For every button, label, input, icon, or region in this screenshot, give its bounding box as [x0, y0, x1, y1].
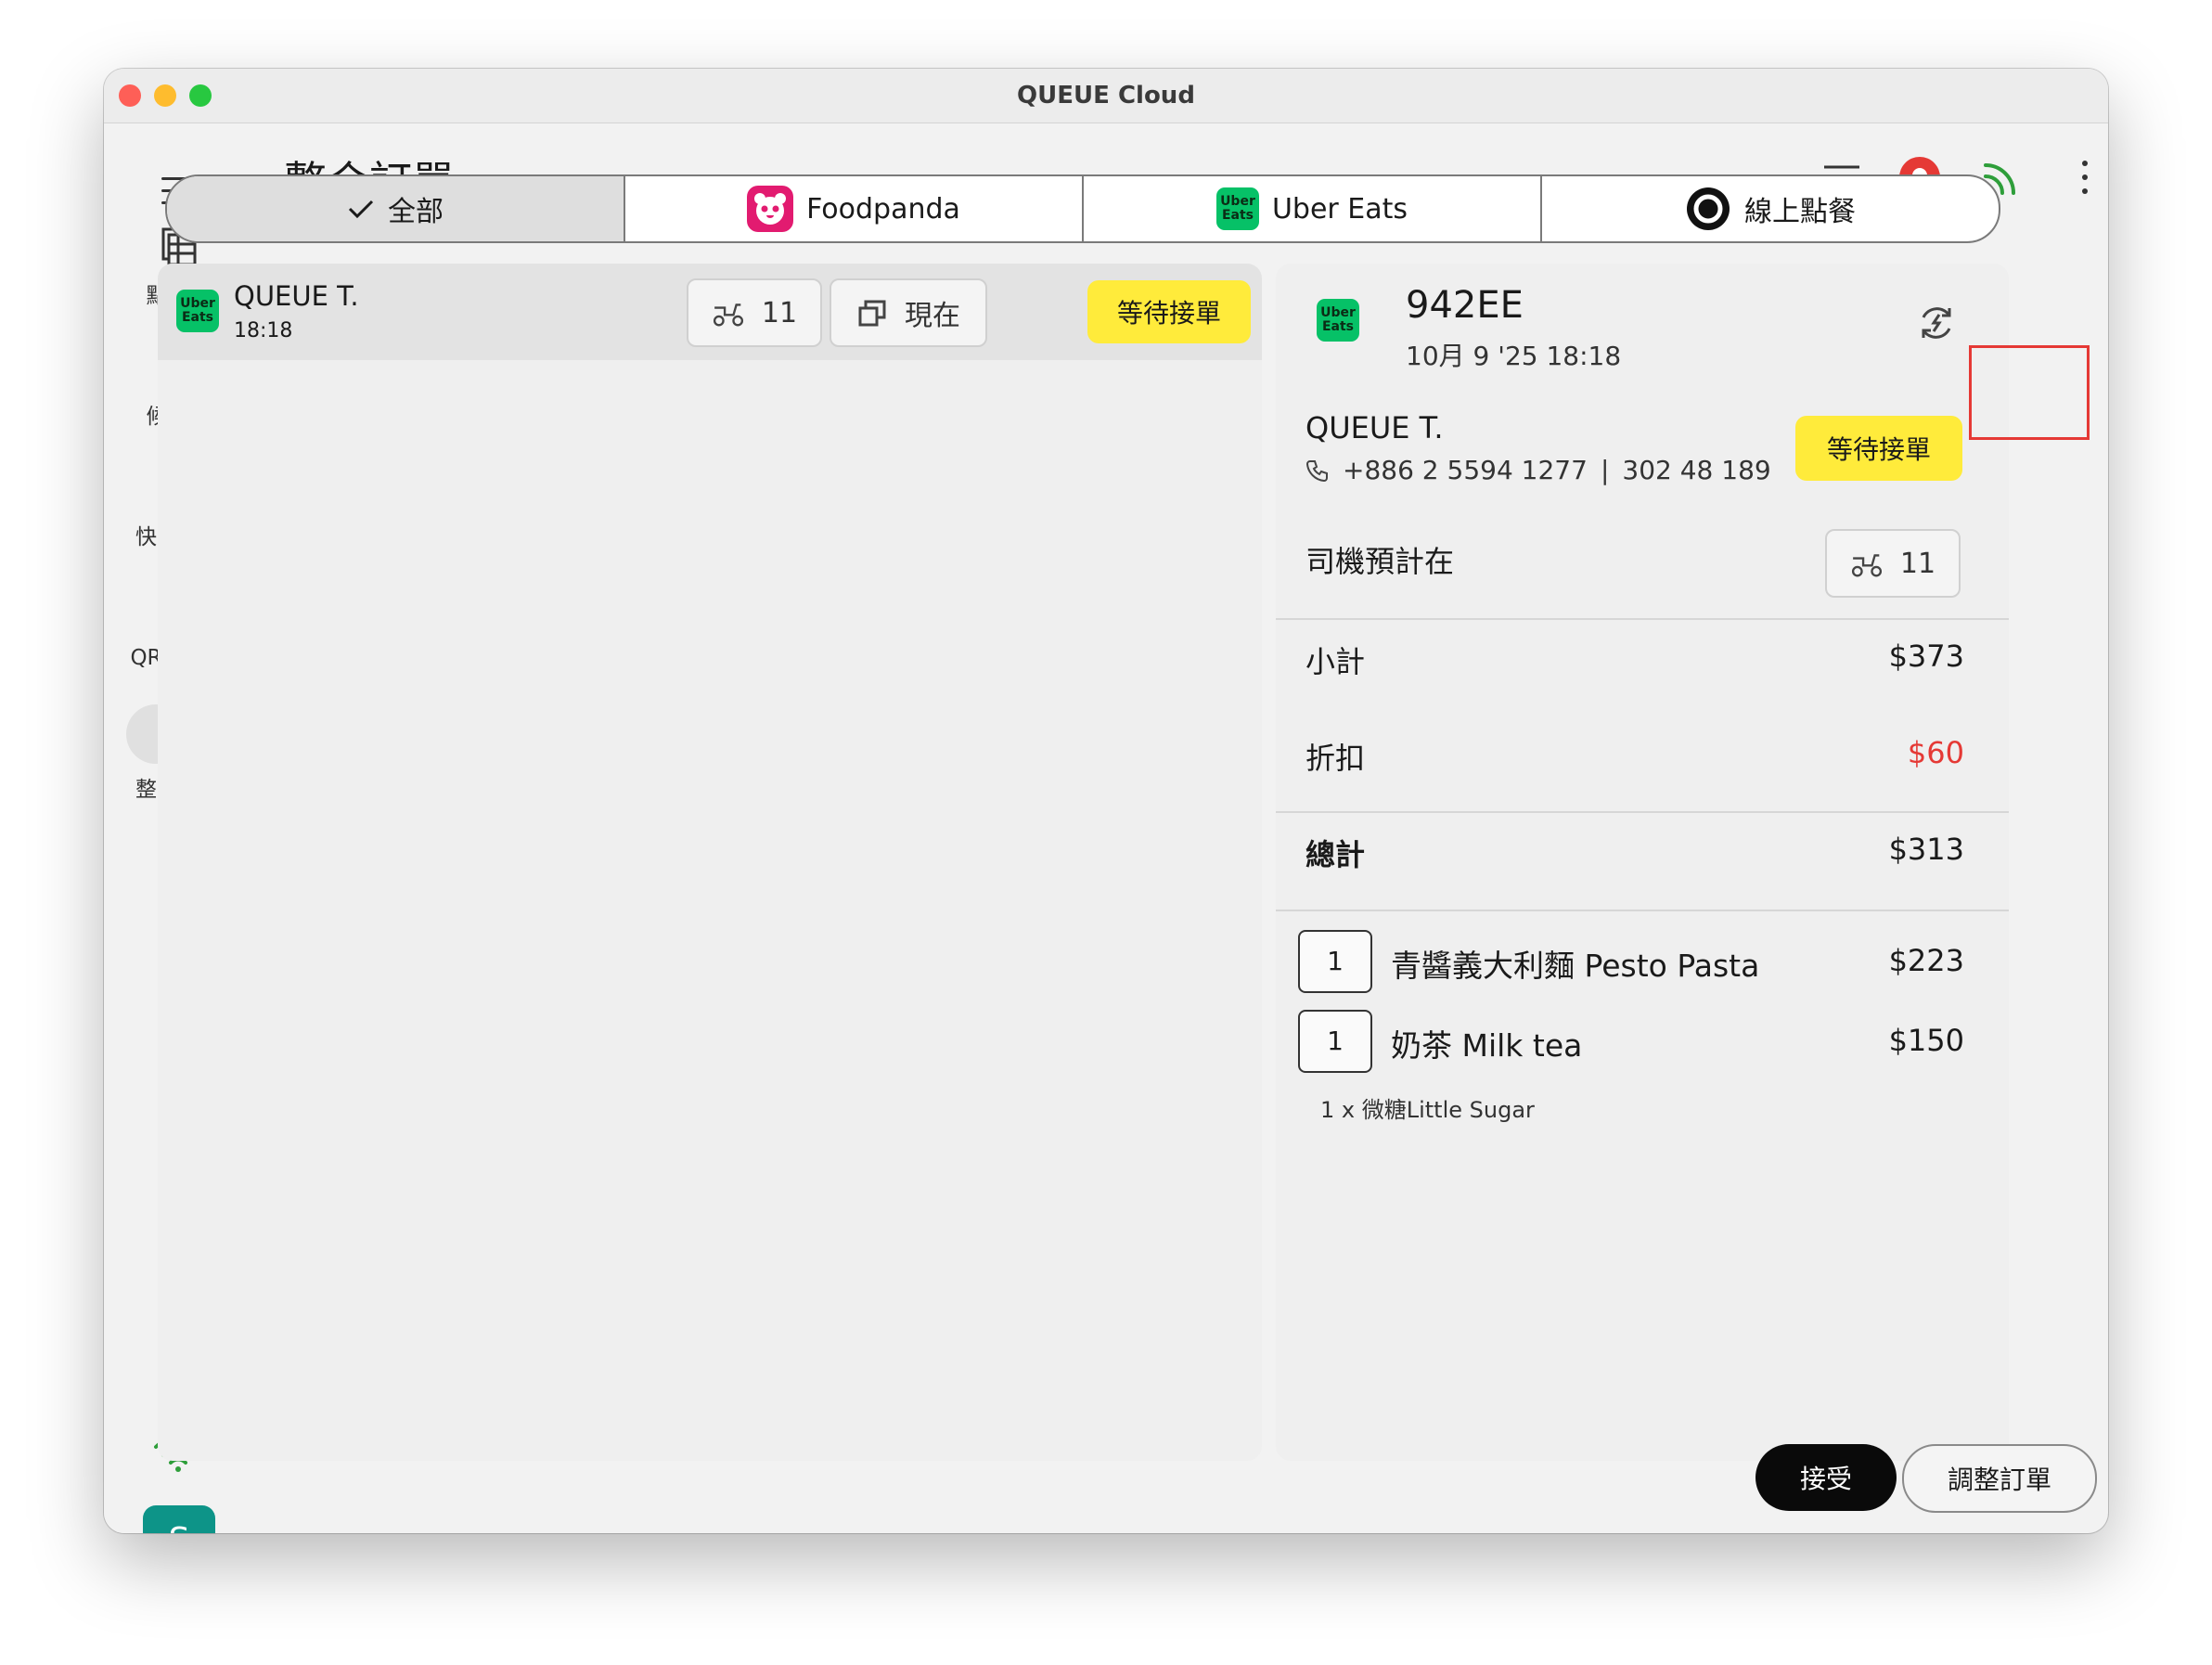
sync-icon[interactable] [1914, 301, 1959, 345]
scooter-icon [1851, 554, 1882, 577]
driver-minutes: 11 [1899, 547, 1936, 580]
driver-eta-chip: 11 [1825, 529, 1961, 598]
order-time: 18:18 [234, 319, 293, 342]
order-datetime: 10月 9 '25 18:18 [1406, 341, 1622, 371]
check-icon [348, 200, 374, 219]
tab-foodpanda[interactable]: Foodpanda [625, 176, 1084, 241]
divider [1276, 618, 2009, 620]
driver-eta-label: 司機預計在 [1305, 544, 1455, 579]
item-price: $150 [1888, 1023, 1964, 1058]
status-badge[interactable]: 等待接單 [1795, 416, 1962, 481]
uber-eats-logo-icon: Uber Eats [1215, 187, 1259, 230]
title-bar: QUEUE Cloud [104, 69, 2108, 123]
accept-button[interactable]: 接受 [1755, 1444, 1897, 1511]
highlight-box [1969, 345, 2090, 440]
item-name: 青醬義大利麵 Pesto Pasta [1391, 948, 1760, 984]
item-option: 1 x 微糖Little Sugar [1320, 1097, 1535, 1123]
discount-row: 折扣 $60 [1305, 735, 1964, 778]
item-quantity[interactable]: 1 [1298, 1010, 1372, 1073]
divider [1276, 910, 2009, 911]
item-quantity[interactable]: 1 [1298, 930, 1372, 993]
item-name: 奶茶 Milk tea [1391, 1027, 1583, 1064]
phone-number[interactable]: +886 2 5594 1277 [1343, 455, 1588, 485]
order-detail-panel: Uber Eats 942EE 10月 9 '25 18:18 QUEUE T.… [1276, 264, 2009, 1461]
status-badge[interactable]: 等待接單 [1087, 280, 1251, 343]
online-order-logo-icon [1687, 187, 1730, 230]
divider [1276, 811, 2009, 813]
driver-minutes: 11 [761, 296, 798, 329]
pickup-time-chip: 現在 [830, 278, 987, 347]
adjust-order-button[interactable]: 調整訂單 [1902, 1444, 2097, 1513]
uber-eats-logo-icon: Uber Eats [1317, 299, 1359, 342]
tab-all[interactable]: 全部 [167, 176, 625, 241]
pickup-label: 現在 [905, 300, 960, 332]
discount-label: 折扣 [1305, 741, 1366, 776]
item-price: $223 [1888, 943, 1964, 978]
order-list-panel: Uber Eats QUEUE T. 18:18 11 現在 等待接單 [158, 264, 1262, 1461]
total-label: 總計 [1305, 837, 1366, 872]
phone-separator: | [1600, 455, 1610, 485]
total-value: $313 [1888, 832, 1964, 867]
window-title: QUEUE Cloud [1017, 82, 1195, 110]
subtotal-row: 小計 $373 [1305, 639, 1964, 681]
tab-label: Foodpanda [806, 192, 960, 226]
order-list-item[interactable]: Uber Eats QUEUE T. 18:18 11 現在 等待接單 [158, 264, 1262, 360]
tab-online-order[interactable]: 線上點餐 [1542, 176, 1999, 241]
avatar[interactable]: S [143, 1505, 215, 1533]
bag-icon [858, 300, 886, 327]
total-row: 總計 $313 [1305, 832, 1964, 874]
tab-label: 全部 [388, 196, 444, 228]
customer-name: QUEUE T. [1305, 410, 1444, 445]
tab-label: 線上點餐 [1744, 196, 1856, 228]
uber-eats-logo-icon: Uber Eats [176, 290, 219, 332]
subtotal-value: $373 [1888, 639, 1964, 674]
tab-uber-eats[interactable]: Uber Eats Uber Eats [1084, 176, 1542, 241]
customer-phone-line: +886 2 5594 1277 | 302 48 189 [1305, 455, 1771, 485]
phone-extension: 302 48 189 [1622, 455, 1771, 485]
platform-tabs: 全部 Foodpanda Uber Eats Uber Eats 線上點餐 [165, 174, 2000, 243]
order-customer-name: QUEUE T. [234, 280, 359, 312]
driver-eta-chip: 11 [687, 278, 822, 347]
order-id: 942EE [1406, 284, 1524, 327]
scooter-icon [713, 303, 743, 327]
phone-icon [1305, 459, 1328, 482]
tab-label: Uber Eats [1271, 192, 1408, 226]
more-vertical-icon[interactable] [2062, 154, 2108, 200]
discount-value: $60 [1907, 735, 1964, 770]
foodpanda-logo-icon [747, 186, 794, 232]
subtotal-label: 小計 [1305, 644, 1366, 679]
